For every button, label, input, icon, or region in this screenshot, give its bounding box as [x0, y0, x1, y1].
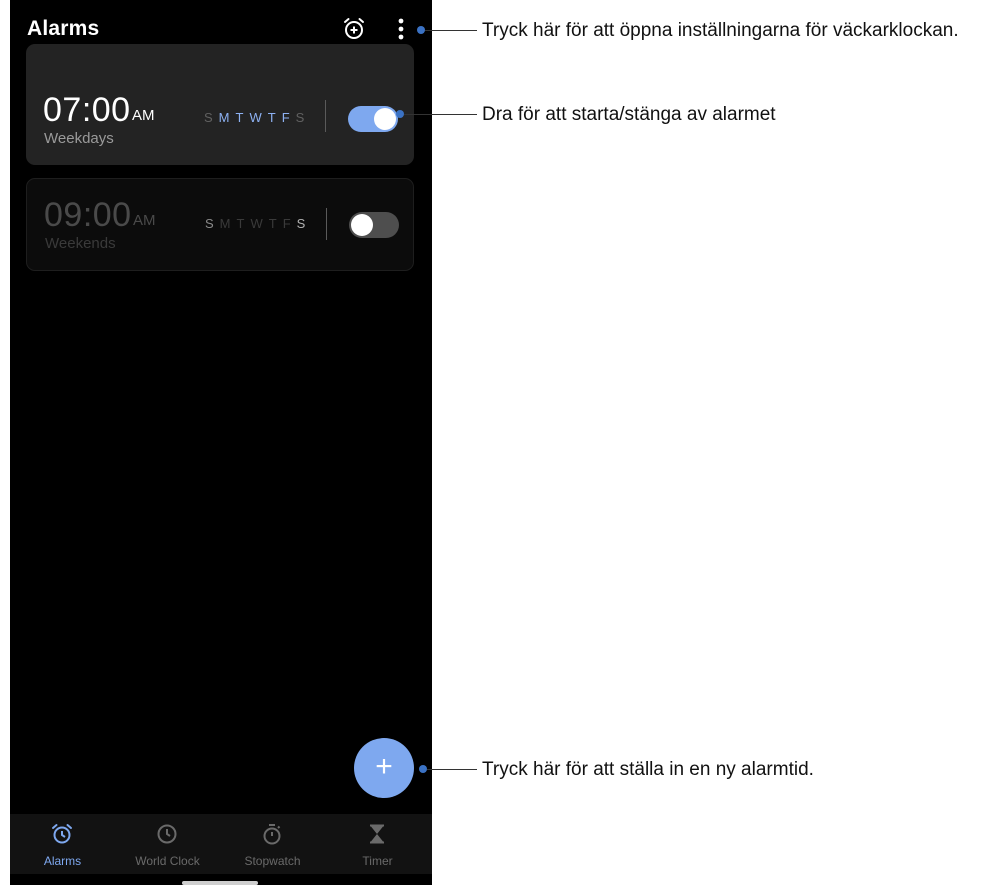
tab-timer[interactable]: Timer	[325, 814, 430, 874]
phone-screen: Alarms 07:00 AM Weekdays S M T W T F S 0…	[10, 0, 432, 885]
day-thu: T	[267, 110, 276, 125]
tab-label: World Clock	[135, 854, 200, 868]
tab-label: Alarms	[43, 854, 82, 868]
alarm-label: Weekends	[45, 235, 116, 252]
tab-label: Timer	[362, 854, 393, 868]
callout-line	[425, 30, 477, 31]
alarm-label: Weekdays	[44, 130, 114, 147]
alarm-ampm: AM	[132, 107, 155, 124]
alarm-card[interactable]: 07:00 AM Weekdays S M T W T F S	[26, 44, 414, 165]
alarm-card[interactable]: 09:00 AM Weekends S M T W T F S	[26, 178, 414, 271]
hourglass-icon	[370, 824, 384, 844]
callout-toggle: Dra för att starta/stänga av alarmet	[482, 104, 776, 125]
tab-label: Stopwatch	[244, 854, 301, 868]
alarm-ampm: AM	[133, 212, 156, 229]
alarm-time: 07:00	[43, 91, 131, 129]
day-wed: W	[250, 216, 263, 231]
callout-settings: Tryck här för att öppna inställningarna …	[482, 20, 959, 41]
add-alarm-icon[interactable]	[342, 17, 366, 41]
tab-alarms[interactable]: Alarms	[10, 814, 115, 874]
add-alarm-button[interactable]: +	[354, 738, 414, 798]
day-mon: M	[219, 216, 231, 231]
clock-icon	[157, 824, 177, 844]
repeat-days: S M T W T F S	[204, 110, 304, 125]
toggle-knob	[351, 214, 373, 236]
callout-line	[427, 769, 477, 770]
day-sun: S	[205, 216, 214, 231]
tab-stopwatch[interactable]: Stopwatch	[220, 814, 325, 874]
day-wed: W	[249, 110, 262, 125]
toggle-knob	[374, 108, 396, 130]
day-fri: F	[281, 110, 290, 125]
day-sat: S	[296, 216, 306, 231]
tab-world-clock[interactable]: World Clock	[115, 814, 220, 874]
alarm-toggle[interactable]	[348, 106, 398, 132]
alarm-toggle[interactable]	[349, 212, 399, 238]
alarm-clock-icon	[52, 824, 72, 844]
callout-new-alarm: Tryck här för att ställa in en ny alarmt…	[482, 759, 814, 780]
page-title: Alarms	[27, 17, 100, 40]
bottom-navigation: Alarms World Clock Stopwatch Timer	[10, 814, 432, 874]
stopwatch-icon	[263, 824, 281, 845]
divider	[325, 100, 326, 132]
day-tue: T	[236, 216, 245, 231]
more-options-icon[interactable]	[394, 16, 408, 42]
callout-line	[404, 114, 477, 115]
day-thu: T	[268, 216, 277, 231]
day-tue: T	[235, 110, 244, 125]
repeat-days: S M T W T F S	[205, 216, 305, 231]
alarm-time: 09:00	[44, 196, 132, 234]
day-sat: S	[295, 110, 305, 125]
divider	[326, 208, 327, 240]
day-mon: M	[218, 110, 230, 125]
callout-dot	[419, 765, 427, 773]
day-sun: S	[204, 110, 213, 125]
callout-dot	[396, 110, 404, 118]
home-indicator	[182, 881, 258, 885]
callout-dot	[417, 26, 425, 34]
day-fri: F	[282, 216, 291, 231]
